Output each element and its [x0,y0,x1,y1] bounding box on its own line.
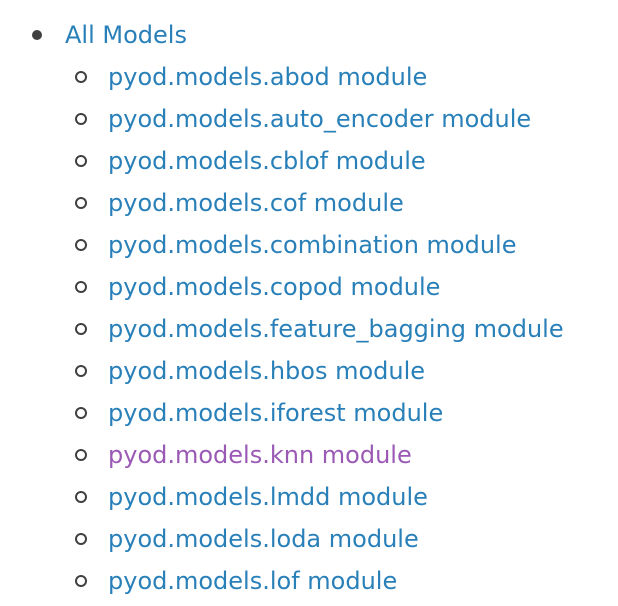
toc-module-item: pyod.models.knn module [0,434,564,476]
module-link[interactable]: pyod.models.cblof module [108,147,426,175]
toc-module-item: pyod.models.lof module [0,560,564,602]
disc-bullet-icon [32,30,42,40]
toc-module-item: pyod.models.copod module [0,266,564,308]
module-link[interactable]: pyod.models.knn module [108,441,412,469]
circle-bullet-icon [75,449,87,461]
toc-sublist-container: pyod.models.abod module pyod.models.auto_… [0,56,564,602]
module-link[interactable]: pyod.models.loda module [108,525,419,553]
toc-module-item: pyod.models.cblof module [0,140,564,182]
circle-bullet-icon [75,281,87,293]
toc-tree: All Models pyod.models.abod module pyod.m… [0,0,618,606]
circle-bullet-icon [75,323,87,335]
circle-bullet-icon [75,407,87,419]
toc-module-item: pyod.models.combination module [0,224,564,266]
all-models-link[interactable]: All Models [65,21,187,49]
toc-module-item: pyod.models.abod module [0,56,564,98]
circle-bullet-icon [75,365,87,377]
circle-bullet-icon [75,71,87,83]
module-link[interactable]: pyod.models.cof module [108,189,404,217]
circle-bullet-icon [75,575,87,587]
toc-module-item: pyod.models.feature_bagging module [0,308,564,350]
circle-bullet-icon [75,239,87,251]
toc-module-item: pyod.models.iforest module [0,392,564,434]
module-link[interactable]: pyod.models.lof module [108,567,397,595]
toc-module-item: pyod.models.auto_encoder module [0,98,564,140]
module-link[interactable]: pyod.models.feature_bagging module [108,315,564,343]
toc-module-item: pyod.models.hbos module [0,350,564,392]
circle-bullet-icon [75,155,87,167]
module-link[interactable]: pyod.models.iforest module [108,399,443,427]
toc-module-list: pyod.models.abod module pyod.models.auto_… [0,56,564,602]
toc-module-item: pyod.models.cof module [0,182,564,224]
module-link[interactable]: pyod.models.abod module [108,63,427,91]
toc-module-item: pyod.models.lmdd module [0,476,564,518]
module-link[interactable]: pyod.models.hbos module [108,357,425,385]
module-link[interactable]: pyod.models.lmdd module [108,483,428,511]
toc-item-all-models: All Models [0,14,564,56]
module-link[interactable]: pyod.models.copod module [108,273,440,301]
circle-bullet-icon [75,491,87,503]
module-link[interactable]: pyod.models.combination module [108,231,516,259]
toc-module-item: pyod.models.loda module [0,518,564,560]
circle-bullet-icon [75,197,87,209]
toc-level1-list: All Models pyod.models.abod module pyod.m… [0,14,564,602]
circle-bullet-icon [75,113,87,125]
circle-bullet-icon [75,533,87,545]
module-link[interactable]: pyod.models.auto_encoder module [108,105,531,133]
